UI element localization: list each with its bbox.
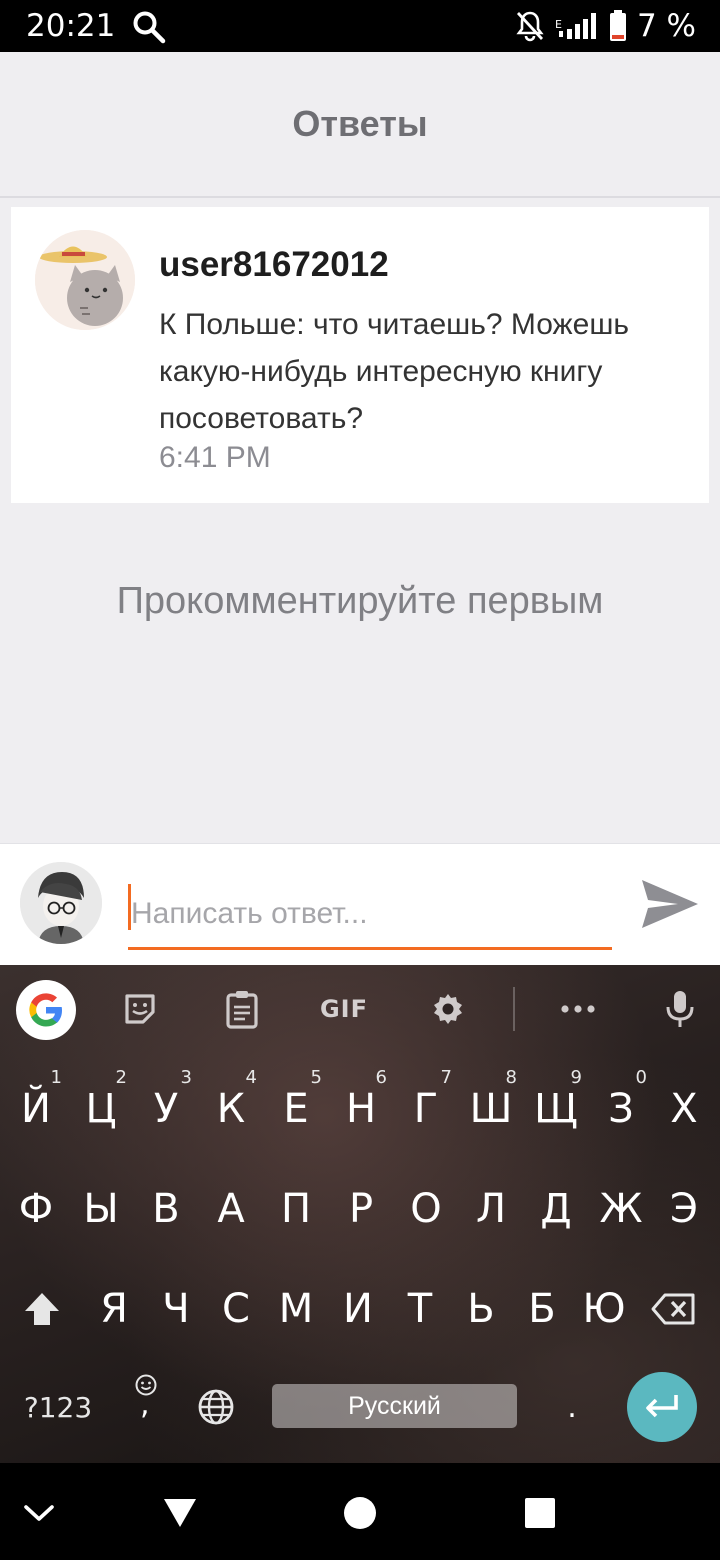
key[interactable]: Ч <box>144 1261 208 1357</box>
key[interactable]: Н6 <box>329 1061 393 1157</box>
keyboard-toolbar: GIF <box>0 965 720 1053</box>
key[interactable]: Г7 <box>394 1061 458 1157</box>
mic-icon <box>666 991 694 1027</box>
send-icon <box>642 880 698 928</box>
backspace-key[interactable] <box>642 1261 706 1357</box>
toolbar-divider <box>513 987 515 1031</box>
svg-text:E: E <box>555 18 562 31</box>
key[interactable]: Т <box>388 1261 452 1357</box>
app-header: Ответы <box>0 52 720 198</box>
sticker-button[interactable] <box>110 979 170 1039</box>
key[interactable]: Ц2 <box>69 1061 133 1157</box>
keyboard-row-2: Ф Ы В А П Р О Л Д Ж Э <box>0 1161 720 1257</box>
voice-button[interactable] <box>650 979 710 1039</box>
more-button[interactable] <box>548 979 608 1039</box>
key[interactable]: Д <box>524 1161 588 1257</box>
key[interactable]: С <box>204 1261 268 1357</box>
key[interactable]: Щ9 <box>524 1061 588 1157</box>
user-avatar-icon <box>20 862 102 944</box>
text-caret <box>128 884 131 930</box>
comma-key[interactable]: , <box>114 1357 178 1453</box>
notifications-off-icon <box>516 11 544 42</box>
key[interactable]: З0 <box>589 1061 653 1157</box>
space-key[interactable]: Русский <box>272 1384 517 1428</box>
signal-icon: E <box>555 13 596 39</box>
home-icon <box>344 1497 376 1529</box>
key[interactable]: Р <box>329 1161 393 1257</box>
home-button[interactable] <box>335 1488 385 1538</box>
key[interactable]: М <box>264 1261 328 1357</box>
more-icon <box>561 1005 595 1013</box>
empty-comments-text: Прокомментируйте первым <box>116 580 604 622</box>
back-icon <box>164 1499 196 1527</box>
key[interactable]: О <box>394 1161 458 1257</box>
key[interactable]: Л <box>459 1161 523 1257</box>
key[interactable]: Б <box>510 1261 574 1357</box>
status-time: 20:21 <box>26 8 116 44</box>
reply-bar <box>0 843 720 966</box>
post-time: 6:41 PM <box>159 441 271 474</box>
gif-label: GIF <box>319 995 369 1023</box>
clipboard-icon <box>226 991 258 1029</box>
avatar[interactable] <box>35 230 135 330</box>
language-key[interactable] <box>184 1359 248 1455</box>
key[interactable]: Я <box>82 1261 146 1357</box>
reply-input[interactable] <box>128 880 612 950</box>
symbols-key[interactable]: ?123 <box>18 1359 98 1455</box>
key[interactable]: Э <box>652 1161 716 1257</box>
key[interactable]: У3 <box>134 1061 198 1157</box>
status-bar: 20:21 E 7 % <box>0 0 720 52</box>
keyboard: GIF Й1 Ц2 У3 К4 Е5 Н6 Г7 Ш 8 Щ 9 З 0 Х Ф… <box>0 965 720 1463</box>
google-icon <box>29 993 62 1027</box>
gif-button[interactable]: GIF <box>314 979 374 1039</box>
recents-icon <box>525 1498 555 1528</box>
status-icons: E 7 % <box>515 8 696 44</box>
back-button[interactable] <box>155 1488 205 1538</box>
period-key[interactable]: . <box>540 1359 604 1455</box>
key[interactable]: Ж <box>589 1161 653 1257</box>
key[interactable]: Ш8 <box>459 1061 523 1157</box>
sticker-icon <box>125 994 155 1024</box>
shift-key[interactable] <box>10 1261 74 1357</box>
gear-icon <box>434 994 462 1024</box>
key[interactable]: В <box>134 1161 198 1257</box>
page-title: Ответы <box>292 103 428 144</box>
avatar[interactable] <box>20 862 102 944</box>
send-button[interactable] <box>636 874 702 934</box>
battery-icon <box>609 10 626 41</box>
key[interactable]: П <box>264 1161 328 1257</box>
key[interactable]: Ю <box>572 1261 636 1357</box>
keyboard-row-3: Я Ч С М И Т Ь Б Ю <box>0 1261 720 1357</box>
key[interactable]: Е5 <box>264 1061 328 1157</box>
enter-icon <box>646 1395 678 1418</box>
hide-keyboard-button[interactable] <box>14 1488 64 1538</box>
enter-key[interactable] <box>627 1372 697 1442</box>
key[interactable]: Ы <box>69 1161 133 1257</box>
globe-icon <box>198 1389 234 1425</box>
hide-keyboard-icon <box>24 1505 54 1521</box>
key[interactable]: Й1 <box>4 1061 68 1157</box>
clipboard-button[interactable] <box>212 979 272 1039</box>
key[interactable]: Ь <box>449 1261 513 1357</box>
post-username[interactable]: user81672012 <box>159 245 389 285</box>
keyboard-row-1: Й1 Ц2 У3 К4 Е5 Н6 Г7 Ш8 Щ9 З0 Х <box>0 1061 720 1157</box>
cat-avatar-icon <box>35 230 135 330</box>
post-text: К Польше: что читаешь? Можешь какую-нибу… <box>159 308 630 435</box>
key[interactable]: К4 <box>199 1061 263 1157</box>
search-icon <box>133 11 166 44</box>
recents-button[interactable] <box>515 1488 565 1538</box>
key[interactable]: Х <box>652 1061 716 1157</box>
google-button[interactable] <box>16 980 76 1040</box>
backspace-icon <box>651 1293 695 1325</box>
key[interactable]: Ф <box>4 1161 68 1257</box>
shift-icon <box>25 1293 59 1325</box>
battery-percent: 7 % <box>636 8 696 44</box>
key[interactable]: И <box>326 1261 390 1357</box>
keyboard-row-4: ?123 , Русский . <box>0 1365 720 1461</box>
post-card: user81672012 К Польше: что читаешь? Може… <box>11 207 709 503</box>
settings-button[interactable] <box>418 979 478 1039</box>
nav-bar <box>0 1463 720 1560</box>
key[interactable]: А <box>199 1161 263 1257</box>
